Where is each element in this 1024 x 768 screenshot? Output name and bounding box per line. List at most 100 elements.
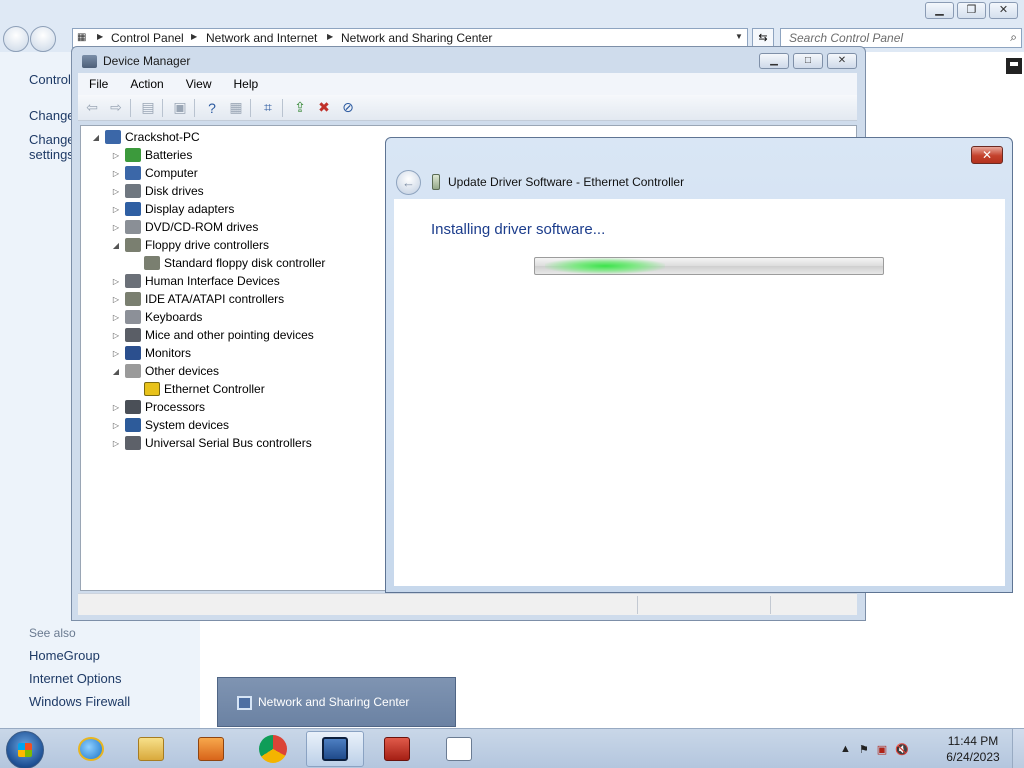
tree-item[interactable]: ▷ DVD/CD-ROM drives	[111, 218, 258, 236]
tree-item[interactable]: ◢ Other devices	[111, 362, 219, 380]
toolbar-separator	[194, 98, 198, 117]
controller-icon	[125, 238, 141, 252]
collapsed-arrow-icon[interactable]: ▷	[111, 313, 121, 322]
tree-item[interactable]: ▷ Keyboards	[111, 308, 202, 326]
start-button[interactable]	[6, 731, 44, 768]
save-icon[interactable]	[1006, 58, 1022, 74]
update-driver-dialog: ✕ ← Update Driver Software - Ethernet Co…	[385, 137, 1013, 593]
windows-firewall-link[interactable]: Windows Firewall	[29, 694, 130, 709]
dm-minimize-button[interactable]: ▁	[759, 53, 789, 69]
taskbar-chrome[interactable]	[244, 731, 302, 767]
dm-maximize-button[interactable]: □	[793, 53, 823, 69]
tree-item[interactable]: ▷ Monitors	[111, 344, 191, 362]
explorer-close-button[interactable]: ✕	[989, 2, 1018, 19]
dialog-close-button[interactable]: ✕	[971, 146, 1003, 164]
taskbar-device-manager[interactable]	[368, 731, 426, 767]
collapsed-arrow-icon[interactable]: ▷	[111, 331, 121, 340]
toolbox-icon	[384, 737, 410, 761]
installing-heading: Installing driver software...	[431, 221, 606, 238]
expanded-arrow-icon[interactable]: ◢	[111, 241, 121, 250]
taskbar-media-player[interactable]	[182, 731, 240, 767]
action-center-flag-icon[interactable]: ⚑	[859, 743, 869, 756]
taskbar-explorer[interactable]	[122, 731, 180, 767]
properties-icon[interactable]: ▣	[170, 98, 190, 118]
tree-item[interactable]: ▷ IDE ATA/ATAPI controllers	[111, 290, 284, 308]
disable-device-icon[interactable]: ⊘	[338, 98, 358, 118]
search-icon[interactable]: ⌕	[1010, 30, 1017, 45]
taskbar-thumbnail-popup[interactable]: Network and Sharing Center	[217, 677, 456, 727]
search-input[interactable]: Search Control Panel ⌕	[780, 28, 1022, 48]
homegroup-link[interactable]: HomeGroup	[29, 648, 100, 663]
menu-action[interactable]: Action	[119, 77, 174, 91]
scan-hardware-icon[interactable]: ⌗	[258, 98, 278, 118]
refresh-button[interactable]: ⇆	[752, 28, 774, 48]
tree-item[interactable]: ▷ Processors	[111, 398, 205, 416]
help-icon[interactable]: ?	[202, 98, 222, 118]
tree-item[interactable]: ▷ Display adapters	[111, 200, 234, 218]
network-error-icon[interactable]: ▣	[877, 743, 887, 756]
back-button[interactable]	[3, 26, 29, 52]
update-driver-icon[interactable]: ⇪	[290, 98, 310, 118]
action-pane-icon[interactable]: ▦	[226, 98, 246, 118]
collapsed-arrow-icon[interactable]: ▷	[111, 421, 121, 430]
forward-arrow-icon[interactable]: ⇨	[106, 98, 126, 118]
system-clock[interactable]: 11:44 PM 6/24/2023	[940, 733, 1006, 765]
display-icon	[125, 202, 141, 216]
forward-button[interactable]	[30, 26, 56, 52]
tree-item[interactable]: ▷ Universal Serial Bus controllers	[111, 434, 312, 452]
expanded-arrow-icon[interactable]: ◢	[91, 133, 101, 142]
collapsed-arrow-icon[interactable]: ▷	[111, 349, 121, 358]
breadcrumb-network-internet[interactable]: Network and Internet	[206, 31, 317, 45]
left-pane-control-link[interactable]: Control	[29, 72, 71, 87]
tree-item[interactable]: ▷ Computer	[111, 164, 198, 182]
uninstall-icon[interactable]: ✖	[314, 98, 334, 118]
menu-view[interactable]: View	[175, 77, 223, 91]
collapsed-arrow-icon[interactable]: ▷	[111, 403, 121, 412]
show-hidden-icons-icon[interactable]: ▲	[840, 743, 851, 755]
collapsed-arrow-icon[interactable]: ▷	[111, 439, 121, 448]
tree-item[interactable]: ▷ System devices	[111, 416, 229, 434]
menu-file[interactable]: File	[78, 77, 119, 91]
back-arrow-icon[interactable]: ⇦	[82, 98, 102, 118]
dialog-back-button[interactable]: ←	[396, 170, 421, 195]
expanded-arrow-icon[interactable]: ◢	[111, 367, 121, 376]
tree-item-label: Standard floppy disk controller	[164, 256, 326, 270]
tree-item[interactable]: ▷ Mice and other pointing devices	[111, 326, 314, 344]
tree-item[interactable]: ◢ Crackshot-PC	[91, 128, 200, 146]
internet-options-link[interactable]: Internet Options	[29, 671, 122, 686]
address-bar[interactable]: ▦ ▶ Control Panel ▶ Network and Internet…	[72, 28, 748, 48]
menu-help[interactable]: Help	[223, 77, 270, 91]
dm-close-button[interactable]: ✕	[827, 53, 857, 69]
left-pane-settings-link[interactable]: settings	[29, 147, 74, 162]
tree-item[interactable]: ◢ Floppy drive controllers	[111, 236, 269, 254]
collapsed-arrow-icon[interactable]: ▷	[111, 205, 121, 214]
explorer-titlebar: ▁ ❐ ✕	[0, 0, 1024, 24]
show-hide-tree-icon[interactable]: ▤	[138, 98, 158, 118]
explorer-restore-button[interactable]: ❐	[957, 2, 986, 19]
tree-item[interactable]: ▷ Disk drives	[111, 182, 204, 200]
tree-item[interactable]: ▷ Human Interface Devices	[111, 272, 280, 290]
taskbar-network-center[interactable]	[306, 731, 364, 767]
breadcrumb-network-sharing-center[interactable]: Network and Sharing Center	[341, 31, 492, 45]
collapsed-arrow-icon[interactable]: ▷	[111, 223, 121, 232]
taskbar-task-list[interactable]	[430, 731, 488, 767]
tree-item[interactable]: ▷ Batteries	[111, 146, 192, 164]
tree-item[interactable]: Standard floppy disk controller	[130, 254, 325, 272]
taskbar-ie[interactable]	[62, 731, 120, 767]
show-desktop-button[interactable]	[1012, 729, 1024, 768]
left-pane-change-link[interactable]: Change	[29, 108, 75, 123]
collapsed-arrow-icon[interactable]: ▷	[111, 277, 121, 286]
address-dropdown-icon[interactable]: ▼	[735, 32, 743, 41]
left-pane-change-settings-link[interactable]: Change	[29, 132, 75, 147]
explorer-minimize-button[interactable]: ▁	[925, 2, 954, 19]
volume-muted-icon[interactable]: 🔇	[895, 743, 909, 756]
collapsed-arrow-icon[interactable]: ▷	[111, 295, 121, 304]
tree-item-label: Disk drives	[145, 184, 204, 198]
breadcrumb-control-panel[interactable]: Control Panel	[111, 31, 184, 45]
collapsed-arrow-icon[interactable]: ▷	[111, 151, 121, 160]
see-also-label: See also	[29, 626, 76, 640]
collapsed-arrow-icon[interactable]: ▷	[111, 187, 121, 196]
collapsed-arrow-icon[interactable]: ▷	[111, 169, 121, 178]
breadcrumb-arrow-icon: ▶	[191, 32, 198, 41]
tree-item[interactable]: Ethernet Controller	[130, 380, 265, 398]
